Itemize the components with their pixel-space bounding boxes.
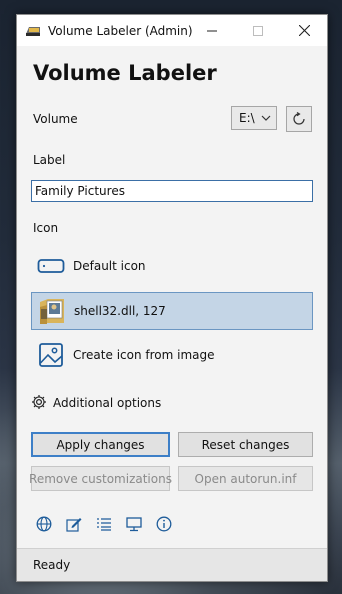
label-input[interactable] (31, 180, 313, 202)
monitor-icon[interactable] (125, 515, 143, 533)
title-bar[interactable]: Volume Labeler (Admin) (17, 15, 327, 46)
close-button[interactable] (281, 15, 327, 46)
refresh-button[interactable] (286, 106, 312, 132)
refresh-icon (293, 112, 305, 125)
additional-options-link[interactable]: Additional options (31, 393, 161, 413)
icon-option-default[interactable]: Default icon (31, 247, 313, 285)
list-icon[interactable] (95, 515, 113, 533)
maximize-button[interactable] (235, 15, 281, 46)
footer-toolbar (35, 515, 185, 533)
image-icon (31, 336, 71, 374)
drive-select-value: E:\ (239, 111, 255, 125)
app-window: Volume Labeler (Admin) Volume Labeler Vo… (16, 14, 328, 582)
edit-icon[interactable] (65, 515, 83, 533)
maximize-icon (253, 25, 263, 36)
drive-icon (31, 247, 71, 285)
open-autorun-button[interactable]: Open autorun.inf (178, 466, 313, 491)
info-icon[interactable] (155, 515, 173, 533)
close-icon (298, 25, 310, 36)
icon-caption: Icon (33, 221, 59, 235)
reset-changes-button[interactable]: Reset changes (178, 432, 313, 457)
icon-option-from-image[interactable]: Create icon from image (31, 336, 313, 374)
additional-options-label: Additional options (53, 396, 162, 410)
folder-pictures-icon (32, 292, 72, 330)
label-caption: Label (33, 153, 66, 167)
minimize-button[interactable] (189, 15, 235, 46)
apply-changes-button[interactable]: Apply changes (31, 432, 170, 457)
page-title: Volume Labeler (33, 61, 217, 85)
icon-option-label: shell32.dll, 127 (74, 304, 166, 318)
minimize-icon (207, 30, 217, 31)
icon-option-label: Create icon from image (73, 348, 215, 362)
gear-icon (31, 394, 47, 413)
icon-option-label: Default icon (73, 259, 146, 273)
status-text: Ready (33, 558, 71, 572)
chevron-down-icon (261, 112, 271, 127)
drive-select[interactable]: E:\ (231, 106, 277, 130)
drive-app-icon (25, 25, 41, 37)
window-title: Volume Labeler (Admin) (48, 24, 193, 38)
volume-label: Volume (33, 112, 78, 126)
remove-customizations-button[interactable]: Remove customizations (29, 466, 172, 491)
icon-option-shell32[interactable]: shell32.dll, 127 (31, 292, 313, 330)
status-bar: Ready (17, 548, 327, 581)
globe-icon[interactable] (35, 515, 53, 533)
